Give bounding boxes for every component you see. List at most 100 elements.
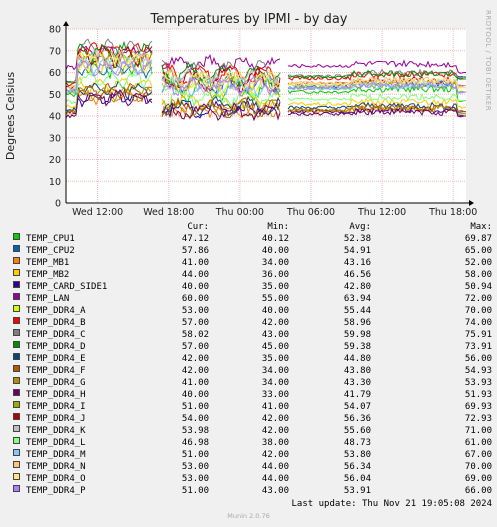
legend-swatch: [13, 293, 20, 300]
legend-min-value: 34.00: [261, 366, 289, 376]
legend-max-value: 73.91: [464, 342, 492, 352]
x-tick-label: Thu 12:00: [357, 207, 406, 215]
legend-avg-value: 58.96: [343, 318, 371, 328]
legend-swatch: [13, 269, 20, 276]
legend-row: TEMP_DDR4_C 58.02 43.00 59.98 75.91: [0, 329, 497, 341]
y-axis-arrow: [63, 21, 69, 26]
legend-cur-value: 57.00: [181, 342, 209, 352]
legend-header: Cur: Min: Avg: Max:: [0, 221, 497, 233]
legend-series-name: TEMP_CARD_SIDE1: [26, 282, 108, 292]
legend-max-value: 58.00: [464, 270, 492, 280]
rrdtool-credit: RRDTOOL / TOBI OETIKER: [484, 10, 492, 111]
legend-series-name: TEMP_DDR4_O: [26, 474, 86, 484]
y-tick-label: 40: [49, 112, 61, 123]
legend-avg-value: 42.80: [343, 282, 371, 292]
legend-series-name: TEMP_DDR4_J: [26, 414, 86, 424]
legend-max-value: 65.00: [464, 246, 492, 256]
legend-min-value: 44.00: [261, 474, 289, 484]
legend-row: TEMP_DDR4_A 53.00 40.00 55.44 70.00: [0, 305, 497, 317]
legend-avg-value: 43.80: [343, 366, 371, 376]
legend-min-value: 33.00: [261, 390, 289, 400]
legend-row: TEMP_DDR4_J 54.00 42.00 56.36 72.93: [0, 413, 497, 425]
legend-cur-value: 53.98: [181, 426, 209, 436]
legend-swatch: [13, 413, 20, 420]
legend-row: TEMP_MB2 44.00 36.00 46.56 58.00: [0, 269, 497, 281]
legend-avg-value: 53.91: [343, 486, 371, 496]
legend-swatch: [13, 485, 20, 492]
grid: [66, 28, 466, 204]
legend-cur-value: 47.12: [181, 234, 209, 244]
chart-title: Temperatures by IPMI - by day: [150, 12, 348, 27]
legend-max-value: 72.00: [464, 294, 492, 304]
legend-min-value: 45.00: [261, 342, 289, 352]
legend-series-name: TEMP_DDR4_H: [26, 390, 86, 400]
legend-cur-value: 57.00: [181, 318, 209, 328]
legend-avg-value: 59.38: [343, 342, 371, 352]
legend-swatch: [13, 449, 20, 456]
legend-cur-value: 57.86: [181, 246, 209, 256]
legend-cur-value: 51.00: [181, 450, 209, 460]
legend-swatch: [13, 317, 20, 324]
legend-cur-value: 54.00: [181, 414, 209, 424]
legend-min-value: 36.00: [261, 270, 289, 280]
legend-swatch: [13, 233, 20, 240]
legend-min-value: 40.12: [261, 234, 289, 244]
legend-series-name: TEMP_DDR4_E: [26, 354, 86, 364]
legend-min-value: 42.00: [261, 426, 289, 436]
legend-min-value: 55.00: [261, 294, 289, 304]
legend-min-value: 42.00: [261, 414, 289, 424]
column-max: Max:: [470, 222, 492, 232]
legend-max-value: 72.93: [464, 414, 492, 424]
legend-cur-value: 40.00: [181, 282, 209, 292]
legend-series-name: TEMP_DDR4_L: [26, 438, 86, 448]
legend-min-value: 42.00: [261, 318, 289, 328]
legend-series-name: TEMP_MB2: [26, 270, 70, 280]
legend-avg-value: 41.79: [343, 390, 371, 400]
legend-max-value: 53.93: [464, 378, 492, 388]
legend-row: TEMP_LAN 60.00 55.00 63.94 72.00: [0, 293, 497, 305]
legend-row: TEMP_DDR4_I 51.00 41.00 54.07 69.93: [0, 401, 497, 413]
legend-series-name: TEMP_DDR4_K: [26, 426, 86, 436]
x-tick-label: Thu 00:00: [215, 207, 264, 215]
x-tick-label: Wed 18:00: [143, 207, 194, 215]
legend-swatch: [13, 437, 20, 444]
legend-avg-value: 48.73: [343, 438, 371, 448]
legend-max-value: 61.00: [464, 438, 492, 448]
legend-max-value: 69.00: [464, 474, 492, 484]
legend-max-value: 70.00: [464, 306, 492, 316]
legend-max-value: 50.94: [464, 282, 492, 292]
legend-swatch: [13, 377, 20, 384]
legend-avg-value: 43.30: [343, 378, 371, 388]
legend-cur-value: 53.00: [181, 306, 209, 316]
legend-cur-value: 53.00: [181, 462, 209, 472]
y-tick-label: 10: [49, 177, 61, 188]
legend-cur-value: 51.00: [181, 486, 209, 496]
legend-series-name: TEMP_DDR4_N: [26, 462, 86, 472]
y-tick-label: 80: [49, 25, 61, 36]
x-tick-label: Thu 06:00: [286, 207, 335, 215]
legend-cur-value: 42.00: [181, 366, 209, 376]
legend-avg-value: 52.38: [343, 234, 371, 244]
y-tick-label: 20: [49, 155, 61, 166]
legend-row: TEMP_DDR4_E 42.00 35.00 44.80 56.00: [0, 353, 497, 365]
legend-min-value: 34.00: [261, 378, 289, 388]
legend-row: TEMP_MB1 41.00 34.00 43.16 52.00: [0, 257, 497, 269]
legend-avg-value: 56.34: [343, 462, 371, 472]
legend-max-value: 52.00: [464, 258, 492, 268]
legend-series-name: TEMP_DDR4_C: [26, 330, 86, 340]
legend-min-value: 43.00: [261, 486, 289, 496]
legend-avg-value: 44.80: [343, 354, 371, 364]
legend-series-name: TEMP_CPU2: [26, 246, 75, 256]
legend-min-value: 40.00: [261, 246, 289, 256]
legend-avg-value: 43.16: [343, 258, 371, 268]
x-tick-label: Thu 18:00: [428, 207, 477, 215]
legend-series-name: TEMP_DDR4_P: [26, 486, 86, 496]
legend-avg-value: 53.80: [343, 450, 371, 460]
legend-cur-value: 51.00: [181, 402, 209, 412]
legend-min-value: 35.00: [261, 282, 289, 292]
legend-swatch: [13, 401, 20, 408]
y-tick-label: 30: [49, 133, 61, 144]
legend-avg-value: 46.56: [343, 270, 371, 280]
legend-swatch: [13, 305, 20, 312]
legend-row: TEMP_CARD_SIDE1 40.00 35.00 42.80 50.94: [0, 281, 497, 293]
